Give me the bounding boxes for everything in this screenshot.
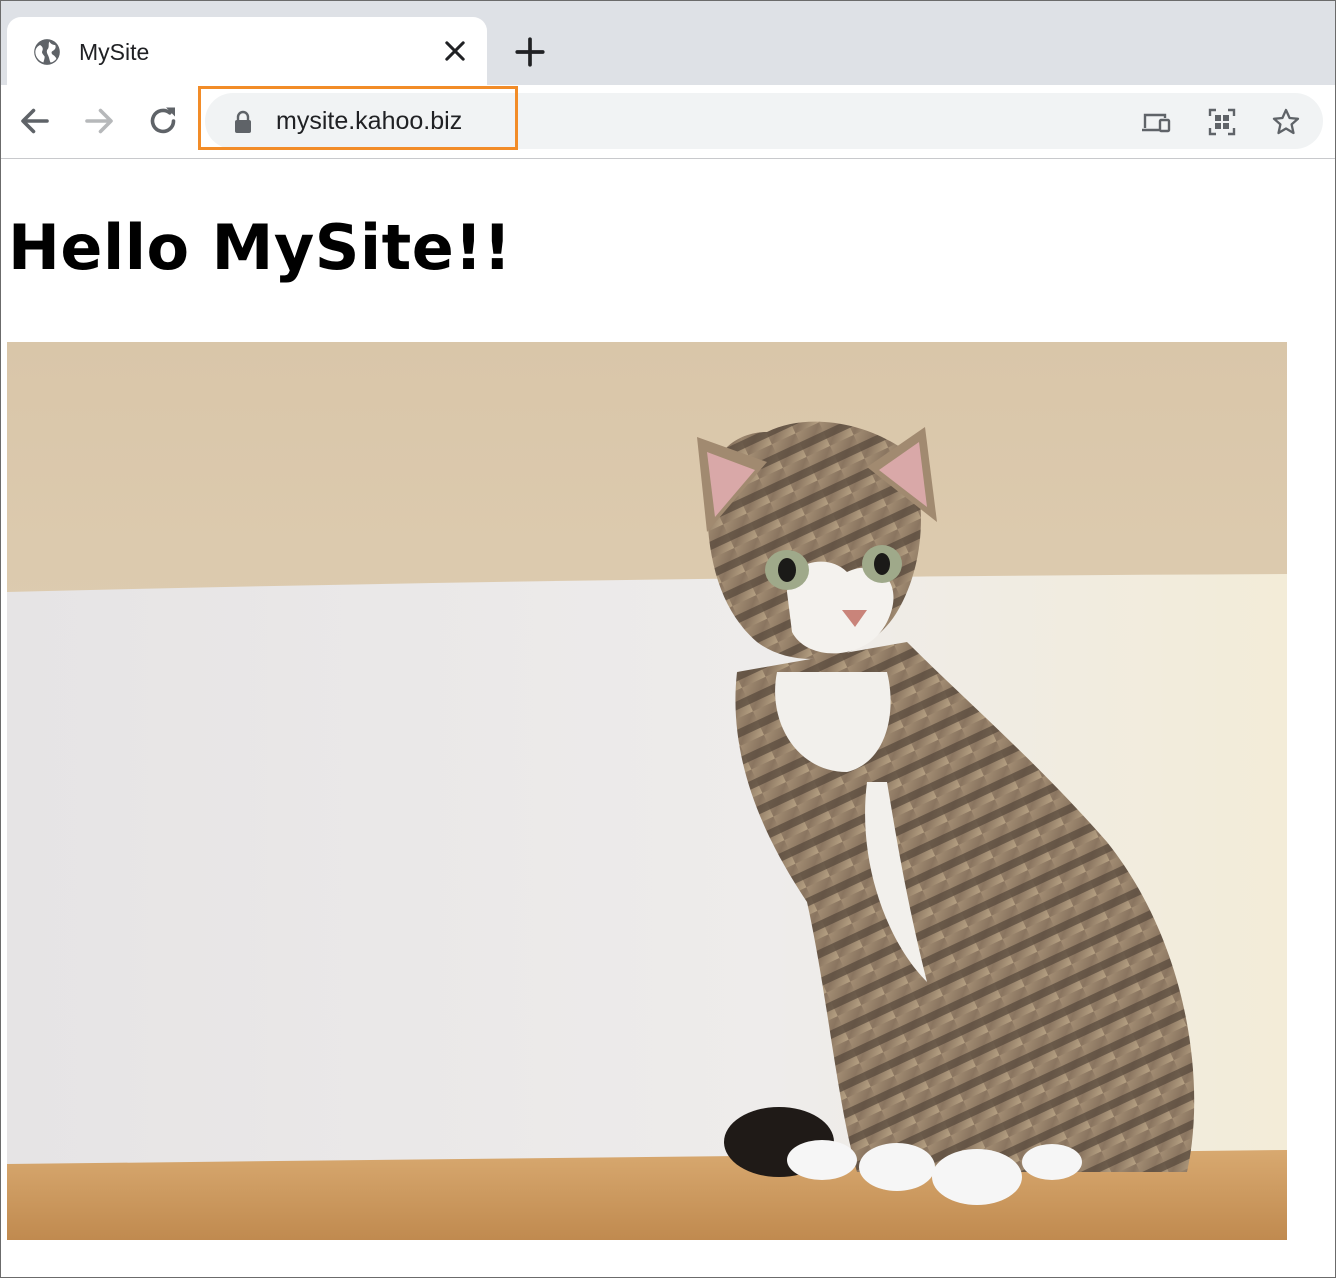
page-content: Hello MySite!! (1, 159, 1335, 1277)
qr-code-icon[interactable] (1207, 107, 1237, 137)
forward-arrow-icon[interactable] (81, 103, 117, 139)
tab-title: MySite (79, 39, 150, 65)
browser-window: MySite mysite.kahoo.biz Hello MySite!! (0, 0, 1336, 1278)
star-icon[interactable] (1271, 107, 1301, 137)
url-highlight-box (198, 86, 518, 150)
tab-mysite[interactable]: MySite (7, 17, 487, 85)
page-heading: Hello MySite!! (8, 211, 512, 284)
tab-strip: MySite (1, 1, 1335, 85)
reload-icon[interactable] (145, 103, 181, 139)
close-icon[interactable] (441, 37, 469, 65)
back-arrow-icon[interactable] (17, 103, 53, 139)
cat-photo (7, 342, 1287, 1240)
globe-icon (34, 39, 60, 65)
new-tab-plus-icon[interactable] (513, 35, 547, 69)
cast-icon[interactable] (1141, 107, 1171, 137)
